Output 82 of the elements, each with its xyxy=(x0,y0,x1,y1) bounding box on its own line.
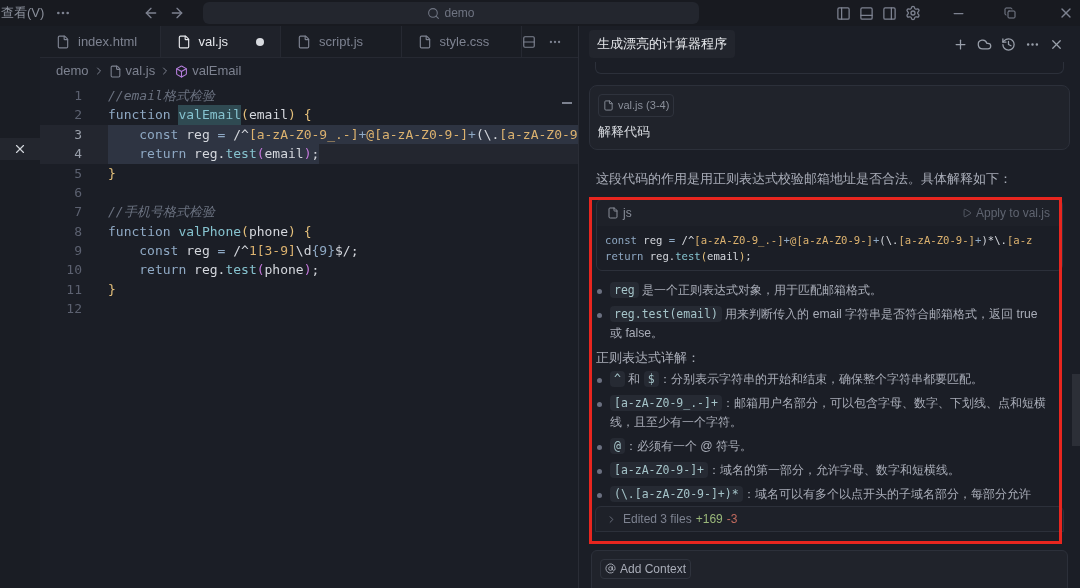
breadcrumb-item[interactable]: val.js xyxy=(125,61,156,81)
view-menu[interactable]: 查看(V) xyxy=(1,3,50,23)
file-icon xyxy=(56,34,70,49)
intro-text: 这段代码的作用是用正则表达式校验邮箱地址是否合法。具体解释如下： xyxy=(595,170,1013,189)
bullet-text: [a-zA-Z0-9_.-]+ ：邮箱用户名部分，可以包含字母、数字、下划线、点和短横线，且至少有一个字符。 xyxy=(610,394,1046,432)
bullet-icon xyxy=(597,445,602,451)
line-number: 8 xyxy=(73,222,82,241)
at-icon xyxy=(605,563,616,575)
line-number: 10 xyxy=(65,261,82,280)
line-number: 9 xyxy=(73,242,82,261)
added-count: +169 xyxy=(695,511,723,529)
left-panel-icon[interactable] xyxy=(836,5,851,21)
cube-icon xyxy=(175,64,189,78)
edited-bar[interactable]: Edited 3 files +169 -3 xyxy=(595,506,1064,533)
line-number: 12 xyxy=(65,300,82,319)
line-number: 5 xyxy=(73,164,82,183)
file-chip[interactable]: val.js (3-4) xyxy=(598,94,675,117)
cloud-icon[interactable] xyxy=(977,36,992,52)
code-line: //email格式检验 xyxy=(108,86,215,105)
file-icon xyxy=(108,64,122,78)
file-icon xyxy=(607,206,619,219)
close-icon[interactable] xyxy=(13,142,27,156)
line-number: 6 xyxy=(73,183,82,202)
history-icon[interactable] xyxy=(1001,36,1016,52)
file-icon xyxy=(297,34,311,49)
file-icon xyxy=(417,34,432,49)
code-line: const reg = /^1[3-9]\d{9}$/; xyxy=(138,242,359,261)
bullet-text: reg.test(email) 用来判断传入的 email 字符串是否符合邮箱格式，返回 true 或 false。 xyxy=(610,304,1039,342)
bullet-text: reg 是一个正则表达式对象，用于匹配邮箱格式。 xyxy=(610,280,883,300)
search-icon xyxy=(427,6,441,20)
split-editor-icon[interactable] xyxy=(522,34,536,49)
file-tab[interactable]: index.html xyxy=(40,26,161,57)
bottom-panel-icon[interactable] xyxy=(859,5,874,21)
line-number: 2 xyxy=(73,106,82,125)
restore-icon[interactable] xyxy=(1004,7,1016,19)
file-tab[interactable]: style.css xyxy=(401,26,522,57)
chat-title: 生成漂亮的计算器程序 xyxy=(589,30,735,58)
bullet-icon xyxy=(597,493,602,499)
forward-icon[interactable] xyxy=(169,5,185,21)
code-line: function valPhone(phone) { xyxy=(108,222,312,241)
play-icon xyxy=(961,207,972,218)
line-number: 1 xyxy=(73,86,82,105)
line-number: 7 xyxy=(73,203,82,222)
add-icon[interactable] xyxy=(953,36,968,52)
edited-label: Edited 3 files xyxy=(623,511,692,529)
message-text: 解释代码 xyxy=(598,123,651,141)
subheading: 正则表达式详解： xyxy=(595,348,701,367)
bullet-icon xyxy=(597,469,602,475)
back-icon[interactable] xyxy=(143,5,159,21)
settings-icon[interactable] xyxy=(905,5,921,21)
bullet-text: [a-zA-Z0-9-]+ ：域名的第一部分，允许字母、数字和短横线。 xyxy=(610,461,960,481)
bullet-icon xyxy=(597,378,602,384)
bullet-text: @ ：必须有一个 @ 符号。 xyxy=(610,437,753,457)
line-number: 3 xyxy=(73,125,82,144)
search-value: demo xyxy=(444,5,475,22)
apply-button[interactable]: Apply to val.js xyxy=(961,203,1050,222)
code-line: return reg.test(phone); xyxy=(138,261,320,280)
bullet-text: ^ 和 $ ：分别表示字符串的开始和结束，确保整个字符串都要匹配。 xyxy=(610,370,983,390)
breadcrumb-item[interactable]: demo xyxy=(56,61,89,81)
bullet-text: (\.[a-zA-Z0-9-]+)* ：域名可以有多个以点开头的子域名部分，每部分允许 xyxy=(610,485,1031,505)
language-label: js xyxy=(623,204,632,222)
code-line: function valEmail(email) { xyxy=(108,105,312,125)
breadcrumb-item[interactable]: valEmail xyxy=(192,61,242,81)
bullet-icon xyxy=(597,402,602,408)
file-icon xyxy=(176,34,191,49)
line-number: 4 xyxy=(73,145,82,164)
file-tab[interactable]: script.js xyxy=(281,26,402,57)
bullet-icon xyxy=(597,312,602,318)
code-line: } xyxy=(108,164,116,183)
input-card[interactable]: Add Context xyxy=(591,550,1068,588)
file-tab[interactable]: val.js xyxy=(160,26,281,57)
code-line: //手机号格式检验 xyxy=(108,203,215,222)
code-line: const reg = /^[a-zA-Z0-9_.-]+@[a-zA-Z0-9-]+(\.[a-zA-Z0-9-]+)*\.[a-z xyxy=(605,232,1034,248)
code-line: } xyxy=(108,280,116,299)
removed-count: -3 xyxy=(726,511,738,529)
code-line: return reg.test(email); xyxy=(605,248,753,264)
file-icon xyxy=(603,99,614,111)
line-number: 11 xyxy=(65,280,82,299)
right-panel-icon[interactable] xyxy=(882,5,897,21)
add-context-button[interactable]: Add Context xyxy=(600,558,692,579)
bullet-icon xyxy=(597,288,602,294)
search-field[interactable]: demo xyxy=(203,2,699,24)
